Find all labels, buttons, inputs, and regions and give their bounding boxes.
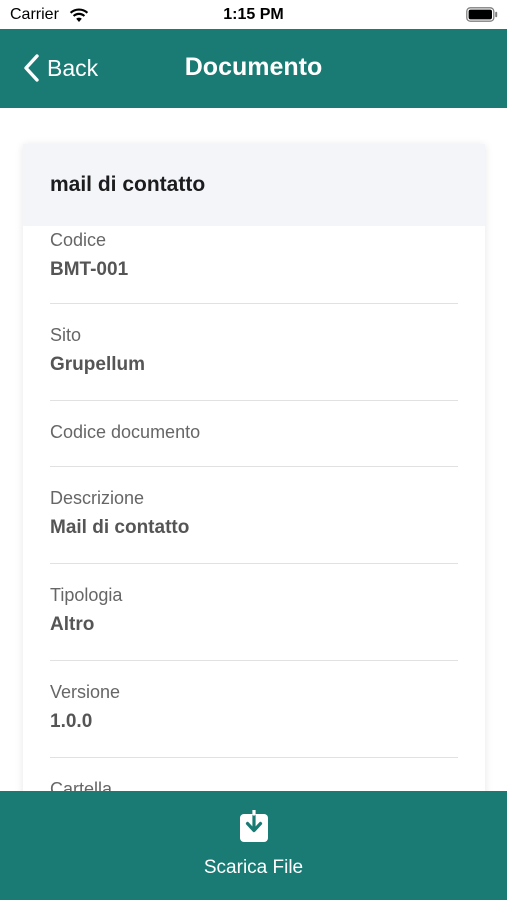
- field-value: 1.0.0: [50, 711, 93, 732]
- field-value: Mail di contatto: [50, 517, 190, 538]
- field-tipologia: Tipologia Altro: [50, 564, 458, 661]
- page-title: Documento: [184, 53, 323, 81]
- field-value: Grupellum: [50, 354, 146, 375]
- download-label: Scarica File: [203, 857, 304, 878]
- field-value: BMT-001: [50, 259, 129, 280]
- field-value: Altro: [50, 614, 95, 635]
- field-codice: Codice BMT-001: [50, 226, 458, 304]
- download-icon: [240, 810, 268, 842]
- battery-icon: [466, 7, 498, 22]
- field-descrizione: Descrizione Mail di contatto: [50, 467, 458, 564]
- field-versione: Versione 1.0.0: [50, 661, 458, 758]
- status-bar: Carrier 1:15 PM: [0, 0, 507, 29]
- field-label: Versione: [50, 682, 121, 702]
- download-file-button[interactable]: Scarica File: [0, 791, 507, 900]
- field-cartella: Cartella: [50, 758, 458, 791]
- navigation-bar: Back Documento: [0, 29, 507, 108]
- content-area[interactable]: mail di contatto Codice BMT-001 Sito Gru…: [0, 108, 507, 791]
- document-title: mail di contatto: [50, 173, 206, 196]
- field-label: Codice: [50, 230, 107, 250]
- document-card: mail di contatto Codice BMT-001 Sito Gru…: [23, 144, 485, 791]
- field-codice-documento: Codice documento: [50, 401, 458, 467]
- field-label: Codice documento: [50, 422, 201, 442]
- field-label: Descrizione: [50, 488, 145, 508]
- clock: 1:15 PM: [223, 6, 284, 23]
- screen: Carrier 1:15 PM Back Documento mail di c…: [0, 0, 507, 900]
- card-header: mail di contatto: [23, 144, 485, 226]
- field-sito: Sito Grupellum: [50, 304, 458, 401]
- field-label: Tipologia: [50, 585, 123, 605]
- field-label: Cartella: [50, 779, 113, 791]
- field-label: Sito: [50, 325, 82, 345]
